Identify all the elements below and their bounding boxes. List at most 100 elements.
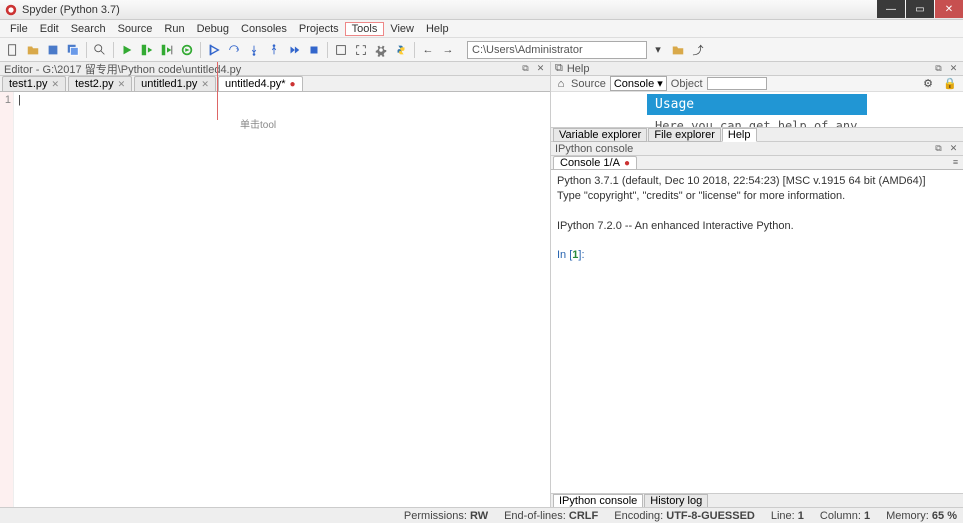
console-tabs: Console 1/A ● ≡ bbox=[551, 156, 963, 170]
code-text-area[interactable]: | 单击tool bbox=[14, 92, 550, 507]
console-line: Type "copyright", "credits" or "license"… bbox=[557, 189, 957, 204]
status-encoding: Encoding: UTF-8-GUESSED bbox=[614, 510, 755, 522]
run-selection-icon[interactable] bbox=[178, 41, 196, 59]
editor-pane: Editor - G:\2017 留专用\Python code\untitle… bbox=[0, 62, 551, 507]
debug-icon[interactable] bbox=[205, 41, 223, 59]
fullscreen-icon[interactable] bbox=[352, 41, 370, 59]
menu-file[interactable]: File bbox=[4, 23, 34, 35]
console-undock-icon[interactable]: ⧉ bbox=[933, 143, 944, 154]
help-pane-options-icon[interactable]: ⧉ bbox=[555, 62, 563, 75]
status-memory: Memory: 65 % bbox=[886, 510, 957, 522]
editor-tabs: test1.py✕ test2.py✕ untitled1.py✕ untitl… bbox=[0, 76, 550, 92]
menu-source[interactable]: Source bbox=[112, 23, 159, 35]
help-toolbar: ⌂ Source Console ▾ Object ⚙ 🔒 bbox=[551, 76, 963, 92]
run-cell-advance-icon[interactable] bbox=[158, 41, 176, 59]
new-file-icon[interactable] bbox=[4, 41, 22, 59]
open-file-icon[interactable] bbox=[24, 41, 42, 59]
menu-consoles[interactable]: Consoles bbox=[235, 23, 293, 35]
annotation-label: 单击tool bbox=[240, 116, 276, 131]
console-header: IPython console ⧉ ✕ bbox=[551, 142, 963, 156]
spyder-icon bbox=[4, 3, 18, 17]
step-into-icon[interactable] bbox=[245, 41, 263, 59]
editor-undock-icon[interactable]: ⧉ bbox=[520, 63, 531, 74]
browse-wd-icon[interactable] bbox=[669, 41, 687, 59]
menu-debug[interactable]: Debug bbox=[191, 23, 235, 35]
help-undock-icon[interactable]: ⧉ bbox=[933, 63, 944, 74]
help-home-icon[interactable]: ⌂ bbox=[555, 78, 567, 90]
stop-debug-icon[interactable] bbox=[305, 41, 323, 59]
tab-test1[interactable]: test1.py✕ bbox=[2, 76, 66, 91]
step-out-icon[interactable] bbox=[265, 41, 283, 59]
tab-help[interactable]: Help bbox=[722, 128, 757, 142]
help-content: Usage Here you can get help of any bbox=[551, 92, 963, 127]
tab-untitled1[interactable]: untitled1.py✕ bbox=[134, 76, 216, 91]
tab-untitled4[interactable]: untitled4.py*● bbox=[218, 76, 303, 91]
console-tab-1[interactable]: Console 1/A ● bbox=[553, 156, 637, 169]
toolbar-separator bbox=[113, 42, 114, 58]
usage-heading: Usage bbox=[647, 94, 867, 115]
help-options-icon[interactable]: ⚙ bbox=[919, 75, 937, 93]
maximize-pane-icon[interactable] bbox=[332, 41, 350, 59]
minimize-button[interactable]: — bbox=[877, 0, 905, 18]
annotation-line bbox=[217, 62, 218, 120]
tab-variable-explorer[interactable]: Variable explorer bbox=[553, 128, 647, 142]
right-pane: ⧉ Help ⧉ ✕ ⌂ Source Console ▾ Object ⚙ 🔒 bbox=[551, 62, 963, 507]
wd-dropdown-icon[interactable]: ▾ bbox=[649, 41, 667, 59]
help-pane: ⧉ Help ⧉ ✕ ⌂ Source Console ▾ Object ⚙ 🔒 bbox=[551, 62, 963, 142]
console-prompt[interactable]: In [1]: bbox=[557, 248, 957, 263]
line-number-gutter: 1 bbox=[0, 92, 14, 507]
working-directory-text: C:\Users\Administrator bbox=[472, 44, 583, 56]
run-cell-icon[interactable] bbox=[138, 41, 156, 59]
menu-search[interactable]: Search bbox=[65, 23, 112, 35]
menu-edit[interactable]: Edit bbox=[34, 23, 65, 35]
menu-projects[interactable]: Projects bbox=[293, 23, 345, 35]
help-close-icon[interactable]: ✕ bbox=[948, 63, 959, 74]
tab-ipython-console[interactable]: IPython console bbox=[553, 494, 643, 508]
preferences-icon[interactable] bbox=[372, 41, 390, 59]
maximize-button[interactable]: ▭ bbox=[906, 0, 934, 18]
tab-file-explorer[interactable]: File explorer bbox=[648, 128, 721, 142]
toolbar-separator bbox=[200, 42, 201, 58]
forward-icon[interactable]: → bbox=[439, 41, 457, 59]
help-source-combo[interactable]: Console ▾ bbox=[610, 76, 667, 91]
menu-run[interactable]: Run bbox=[158, 23, 190, 35]
code-editor[interactable]: 1 | 单击tool bbox=[0, 92, 550, 507]
menu-view[interactable]: View bbox=[384, 23, 420, 35]
status-bar: Permissions: RW End-of-lines: CRLF Encod… bbox=[0, 507, 963, 523]
tab-history-log[interactable]: History log bbox=[644, 494, 708, 508]
save-all-icon[interactable] bbox=[64, 41, 82, 59]
menu-help[interactable]: Help bbox=[420, 23, 455, 35]
python-path-icon[interactable] bbox=[392, 41, 410, 59]
help-object-input[interactable] bbox=[707, 77, 767, 90]
continue-icon[interactable] bbox=[285, 41, 303, 59]
console-title: IPython console bbox=[555, 143, 933, 155]
console-options-icon[interactable]: ≡ bbox=[950, 157, 961, 168]
working-directory-input[interactable]: C:\Users\Administrator bbox=[467, 41, 647, 59]
help-bottom-tabs: Variable explorer File explorer Help bbox=[551, 127, 963, 141]
save-icon[interactable] bbox=[44, 41, 62, 59]
menubar: File Edit Search Source Run Debug Consol… bbox=[0, 20, 963, 38]
run-icon[interactable] bbox=[118, 41, 136, 59]
help-lock-icon[interactable]: 🔒 bbox=[941, 75, 959, 93]
console-close-icon[interactable]: ✕ bbox=[948, 143, 959, 154]
back-icon[interactable]: ← bbox=[419, 41, 437, 59]
tab-test2[interactable]: test2.py✕ bbox=[68, 76, 132, 91]
toolbar-separator bbox=[86, 42, 87, 58]
status-line: Line: 1 bbox=[771, 510, 804, 522]
menu-tools[interactable]: Tools bbox=[345, 22, 385, 36]
console-kernel-icon: ● bbox=[624, 158, 630, 169]
status-permissions: Permissions: RW bbox=[404, 510, 488, 522]
status-eol: End-of-lines: CRLF bbox=[504, 510, 598, 522]
console-output[interactable]: Python 3.7.1 (default, Dec 10 2018, 22:5… bbox=[551, 170, 963, 493]
parent-dir-icon[interactable]: ⤴ bbox=[689, 41, 707, 59]
editor-close-icon[interactable]: ✕ bbox=[535, 63, 546, 74]
tab-close-icon[interactable]: ✕ bbox=[118, 79, 126, 90]
find-icon[interactable] bbox=[91, 41, 109, 59]
status-column: Column: 1 bbox=[820, 510, 870, 522]
tab-close-icon[interactable]: ✕ bbox=[52, 79, 60, 90]
tab-close-icon[interactable]: ✕ bbox=[201, 79, 209, 90]
console-bottom-tabs: IPython console History log bbox=[551, 493, 963, 507]
line-number: 1 bbox=[0, 94, 11, 106]
step-over-icon[interactable] bbox=[225, 41, 243, 59]
close-button[interactable]: ✕ bbox=[935, 0, 963, 18]
